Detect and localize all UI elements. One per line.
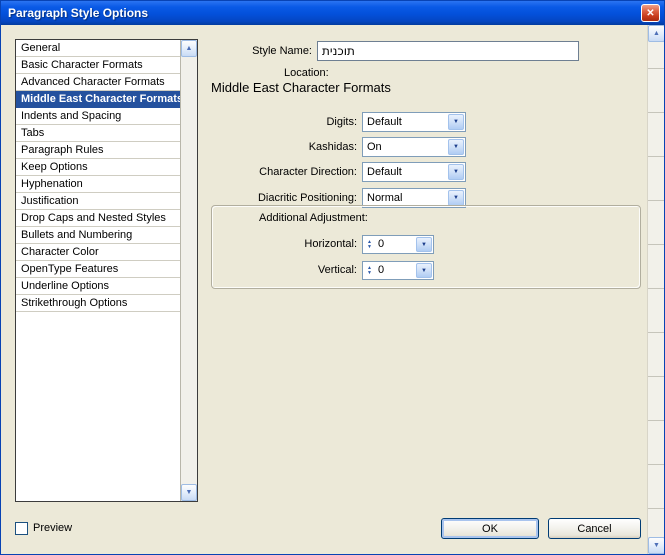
preview-checkbox[interactable] xyxy=(15,522,28,535)
chevron-down-icon[interactable]: ▼ xyxy=(448,139,464,155)
chevron-down-icon[interactable]: ▼ xyxy=(448,164,464,180)
vertical-spinner[interactable]: ▲▼ 0 ▼ xyxy=(362,261,434,280)
kashidas-row: Kashidas: On ▼ xyxy=(201,137,646,157)
title-bar[interactable]: Paragraph Style Options ✕ xyxy=(1,1,664,25)
chevron-down-icon[interactable]: ▼ xyxy=(416,237,432,252)
chevron-down-icon[interactable]: ▼ xyxy=(448,190,464,206)
chevron-down-icon[interactable]: ▼ xyxy=(416,263,432,278)
sidebar-item-paragraph-rules[interactable]: Paragraph Rules xyxy=(16,142,180,159)
style-name-row: Style Name: xyxy=(201,41,646,61)
digits-row: Digits: Default ▼ xyxy=(201,112,646,132)
sidebar-item-advanced-character-formats[interactable]: Advanced Character Formats xyxy=(16,74,180,91)
sidebar-item-indents-and-spacing[interactable]: Indents and Spacing xyxy=(16,108,180,125)
sidebar-item-general[interactable]: General xyxy=(16,40,180,57)
vertical-label: Vertical: xyxy=(201,260,357,280)
sidebar-item-keep-options[interactable]: Keep Options xyxy=(16,159,180,176)
sidebar-item-middle-east-character-formats[interactable]: Middle East Character Formats xyxy=(16,91,180,108)
style-name-input[interactable] xyxy=(317,41,579,61)
vertical-row: Vertical: ▲▼ 0 ▼ xyxy=(201,260,501,280)
options-list: General Basic Character Formats Advanced… xyxy=(15,39,198,502)
app-vertical-scrollbar[interactable]: ▲ ▼ xyxy=(647,25,664,554)
character-direction-value: Default xyxy=(367,163,447,181)
character-direction-select[interactable]: Default ▼ xyxy=(362,162,466,182)
sidebar-item-character-color[interactable]: Character Color xyxy=(16,244,180,261)
sidebar-item-underline-options[interactable]: Underline Options xyxy=(16,278,180,295)
sidebar-item-bullets-and-numbering[interactable]: Bullets and Numbering xyxy=(16,227,180,244)
paragraph-style-options-dialog: Paragraph Style Options ✕ ▲ ▼ General Ba… xyxy=(0,0,665,555)
options-list-items: General Basic Character Formats Advanced… xyxy=(16,40,180,501)
preview-label: Preview xyxy=(33,522,72,535)
sidebar-item-tabs[interactable]: Tabs xyxy=(16,125,180,142)
panel-section-title: Middle East Character Formats xyxy=(211,80,391,95)
digits-label: Digits: xyxy=(201,112,357,132)
sidebar-item-basic-character-formats[interactable]: Basic Character Formats xyxy=(16,57,180,74)
sidebar-item-opentype-features[interactable]: OpenType Features xyxy=(16,261,180,278)
close-glyph: ✕ xyxy=(646,8,654,19)
horizontal-label: Horizontal: xyxy=(201,234,357,254)
cancel-button[interactable]: Cancel xyxy=(548,518,641,539)
kashidas-value: On xyxy=(367,138,447,156)
sidebar-item-strikethrough-options[interactable]: Strikethrough Options xyxy=(16,295,180,312)
sidebar-item-hyphenation[interactable]: Hyphenation xyxy=(16,176,180,193)
stepper-arrows-icon[interactable]: ▲▼ xyxy=(364,236,375,253)
list-scroll-down-icon[interactable]: ▼ xyxy=(181,484,197,501)
ok-button[interactable]: OK xyxy=(441,518,539,539)
horizontal-spinner[interactable]: ▲▼ 0 ▼ xyxy=(362,235,434,254)
kashidas-label: Kashidas: xyxy=(201,137,357,157)
window-title: Paragraph Style Options xyxy=(1,6,148,20)
options-list-scrollbar[interactable]: ▲ ▼ xyxy=(180,40,197,501)
additional-adjustment-title: Additional Adjustment: xyxy=(259,212,368,224)
style-name-label: Style Name: xyxy=(201,41,312,61)
close-icon[interactable]: ✕ xyxy=(641,4,660,22)
digits-value: Default xyxy=(367,113,447,131)
horizontal-value: 0 xyxy=(378,236,416,253)
location-label: Location: xyxy=(284,67,329,79)
vertical-value: 0 xyxy=(378,262,416,279)
character-direction-label: Character Direction: xyxy=(201,162,357,182)
list-scroll-up-icon[interactable]: ▲ xyxy=(181,40,197,57)
scroll-up-icon[interactable]: ▲ xyxy=(648,25,665,42)
stepper-arrows-icon[interactable]: ▲▼ xyxy=(364,262,375,279)
chevron-down-icon[interactable]: ▼ xyxy=(448,114,464,130)
scroll-down-icon[interactable]: ▼ xyxy=(648,537,665,554)
sidebar-item-drop-caps-and-nested-styles[interactable]: Drop Caps and Nested Styles xyxy=(16,210,180,227)
character-direction-row: Character Direction: Default ▼ xyxy=(201,162,646,182)
digits-select[interactable]: Default ▼ xyxy=(362,112,466,132)
horizontal-row: Horizontal: ▲▼ 0 ▼ xyxy=(201,234,501,254)
kashidas-select[interactable]: On ▼ xyxy=(362,137,466,157)
sidebar-item-justification[interactable]: Justification xyxy=(16,193,180,210)
